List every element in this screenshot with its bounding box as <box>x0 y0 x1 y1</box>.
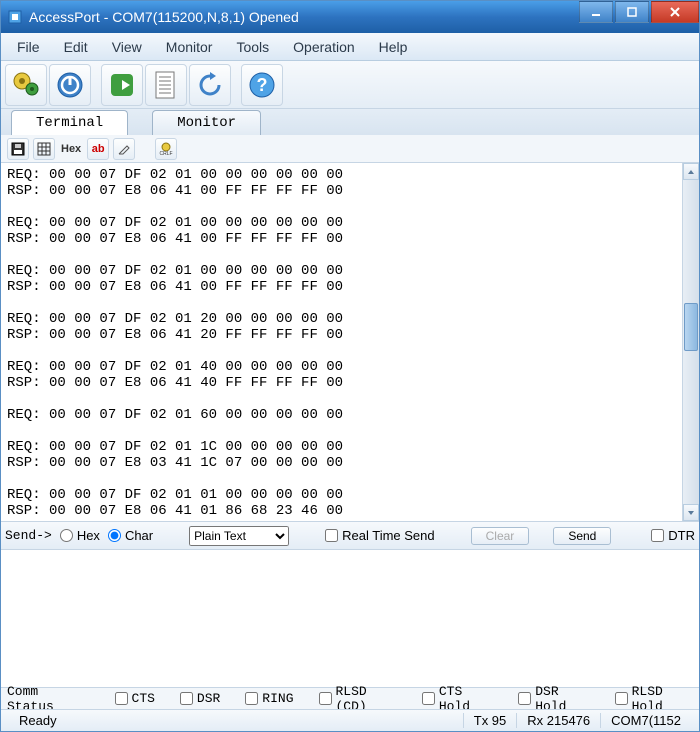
menu-help[interactable]: Help <box>367 36 420 58</box>
terminal-area: REQ: 00 00 07 DF 02 01 00 00 00 00 00 00… <box>1 163 699 521</box>
terminal-output[interactable]: REQ: 00 00 07 DF 02 01 00 00 00 00 00 00… <box>1 163 682 521</box>
document-icon[interactable] <box>145 64 187 106</box>
app-icon <box>7 9 23 25</box>
terminal-toolbar: Hex ab CRLF <box>1 135 699 163</box>
menu-tools[interactable]: Tools <box>224 36 281 58</box>
window-title: AccessPort - COM7(115200,N,8,1) Opened <box>29 9 577 25</box>
send-row: Send-> Hex Char Plain Text Real Time Sen… <box>1 521 699 549</box>
edit-icon[interactable] <box>113 138 135 160</box>
grid-icon[interactable] <box>33 138 55 160</box>
menu-view[interactable]: View <box>100 36 154 58</box>
run-icon[interactable] <box>101 64 143 106</box>
status-tx: Tx 95 <box>463 713 517 728</box>
settings-icon[interactable] <box>5 64 47 106</box>
menubar: File Edit View Monitor Tools Operation H… <box>1 33 699 61</box>
menu-file[interactable]: File <box>5 36 52 58</box>
status-ready: Ready <box>9 713 463 728</box>
scrollbar[interactable] <box>682 163 699 521</box>
dtr-checkbox[interactable]: DTR <box>651 528 695 543</box>
toolbar: ? <box>1 61 699 109</box>
menu-monitor[interactable]: Monitor <box>154 36 225 58</box>
svg-text:CRLF: CRLF <box>160 151 173 156</box>
save-icon[interactable] <box>7 138 29 160</box>
app-window: AccessPort - COM7(115200,N,8,1) Opened F… <box>0 0 700 732</box>
realtime-checkbox[interactable]: Real Time Send <box>325 528 435 543</box>
minimize-button[interactable] <box>579 1 613 23</box>
help-icon[interactable]: ? <box>241 64 283 106</box>
clear-button[interactable]: Clear <box>471 527 530 545</box>
ring-checkbox[interactable]: RING <box>245 691 293 706</box>
send-button[interactable]: Send <box>553 527 611 545</box>
send-input[interactable] <box>1 549 699 687</box>
radio-char[interactable]: Char <box>108 528 153 543</box>
scroll-thumb[interactable] <box>684 303 698 351</box>
window-buttons <box>577 1 699 33</box>
status-bar: Ready Tx 95 Rx 215476 COM7(1152 <box>1 709 699 731</box>
hex-label: Hex <box>59 143 83 155</box>
radio-hex[interactable]: Hex <box>60 528 100 543</box>
status-rx: Rx 215476 <box>516 713 600 728</box>
menu-operation[interactable]: Operation <box>281 36 366 58</box>
svg-text:?: ? <box>257 75 268 95</box>
scroll-down-icon[interactable] <box>683 504 699 521</box>
power-icon[interactable] <box>49 64 91 106</box>
close-button[interactable] <box>651 1 699 23</box>
crlf-icon[interactable]: CRLF <box>155 138 177 160</box>
send-label: Send-> <box>5 528 52 543</box>
tab-monitor[interactable]: Monitor <box>152 110 261 135</box>
comm-status-row: Comm Status CTS DSR RING RLSD (CD) CTS H… <box>1 687 699 709</box>
tabs: Terminal Monitor <box>1 109 699 135</box>
dsr-checkbox[interactable]: DSR <box>180 691 220 706</box>
format-select[interactable]: Plain Text <box>189 526 289 546</box>
maximize-button[interactable] <box>615 1 649 23</box>
status-port: COM7(1152 <box>600 713 691 728</box>
titlebar: AccessPort - COM7(115200,N,8,1) Opened <box>1 1 699 33</box>
menu-edit[interactable]: Edit <box>52 36 100 58</box>
scroll-up-icon[interactable] <box>683 163 699 180</box>
refresh-icon[interactable] <box>189 64 231 106</box>
ab-icon[interactable]: ab <box>87 138 109 160</box>
tab-terminal[interactable]: Terminal <box>11 110 128 135</box>
cts-checkbox[interactable]: CTS <box>115 691 155 706</box>
